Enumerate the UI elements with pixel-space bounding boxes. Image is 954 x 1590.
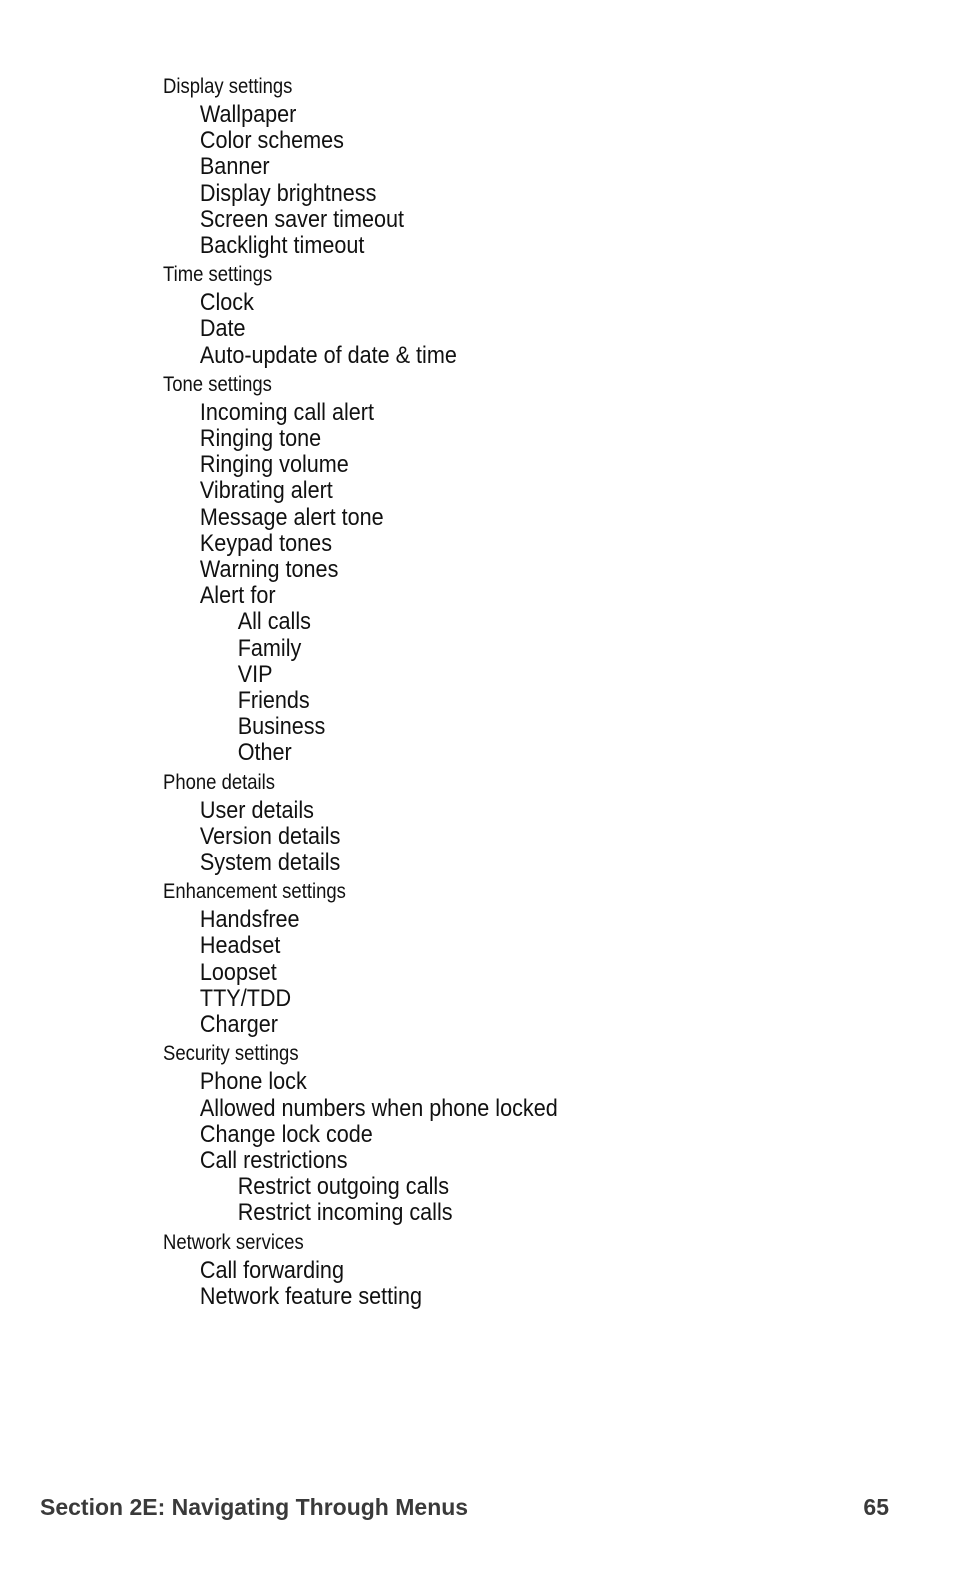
menu-item: Warning tones [199,556,339,584]
menu-section: Phone details User details Version details… [163,768,602,877]
section-title: Security settings [163,1042,299,1066]
section-title: Enhancement settings [163,880,346,904]
submenu-item: Family [237,634,302,662]
menu-item: Backlight timeout [199,232,365,260]
submenu-item: Restrict incoming calls [237,1199,453,1227]
menu-item: Call forwarding [199,1256,344,1284]
menu-item: Auto-update of date & time [199,341,457,369]
menu-item: Loopset [199,958,277,986]
menu-item: Banner [199,153,270,181]
menu-item: Clock [199,289,254,317]
submenu-item: Business [237,713,326,741]
menu-item: System details [199,849,341,877]
menu-item: Wallpaper [199,101,297,128]
menu-section: Tone settings Incoming call alert Ringing … [163,370,602,767]
menu-item: Incoming call alert [199,398,374,426]
menu-item: Charger [199,1011,278,1039]
submenu-item: Other [237,739,292,767]
section-title: Time settings [163,263,273,287]
submenu-item: All calls [237,608,311,636]
section-title: Tone settings [163,372,272,396]
menu-item: Vibrating alert [199,477,333,505]
menu-section: Network services Call forwarding Network f… [163,1228,602,1310]
page-footer: Section 2E: Navigating Through Menus 65 [40,1494,889,1521]
footer-section-title: Section 2E: Navigating Through Menus [40,1494,469,1520]
submenu-item: VIP [237,660,273,688]
menu-item: Version details [199,822,341,850]
menu-section: Time settings Clock Date Auto-update of dat… [163,260,602,369]
menu-item: User details [199,796,314,824]
menu-item: TTY/TDD [199,984,292,1012]
menu-item: Date [199,315,246,343]
section-title: Phone details [163,770,275,794]
menu-item: Headset [199,932,281,960]
menu-item: Allowed numbers when phone locked [199,1094,558,1122]
menu-item: Ringing volume [199,451,349,479]
menu-item: Display brightness [199,179,377,207]
submenu-item: Friends [237,687,310,715]
menu-section: Display settings Wallpaper Color schemes Ba… [163,72,602,259]
menu-item: Call restrictions [199,1146,348,1174]
menu-item: Ringing tone [199,425,322,453]
menu-outline: Display settings Wallpaper Color schemes Ba… [163,72,602,1311]
menu-item: Change lock code [199,1120,373,1148]
section-title: Display settings [163,75,293,98]
menu-item: Phone lock [199,1068,307,1096]
submenu-item: Restrict outgoing calls [237,1173,450,1201]
menu-item: Handsfree [199,906,300,934]
page-number: 65 [863,1494,889,1520]
section-title: Network services [163,1230,304,1254]
menu-item: Color schemes [199,127,344,155]
menu-section: Enhancement settings Handsfree Headset Loop… [163,877,602,1038]
menu-section: Security settings Phone lock Allowed numbe… [163,1039,602,1226]
menu-item: Keypad tones [199,529,333,557]
menu-item: Network feature setting [199,1282,423,1310]
menu-item: Message alert tone [199,503,384,531]
menu-item: Screen saver timeout [199,205,405,233]
menu-item: Alert for [199,582,276,610]
